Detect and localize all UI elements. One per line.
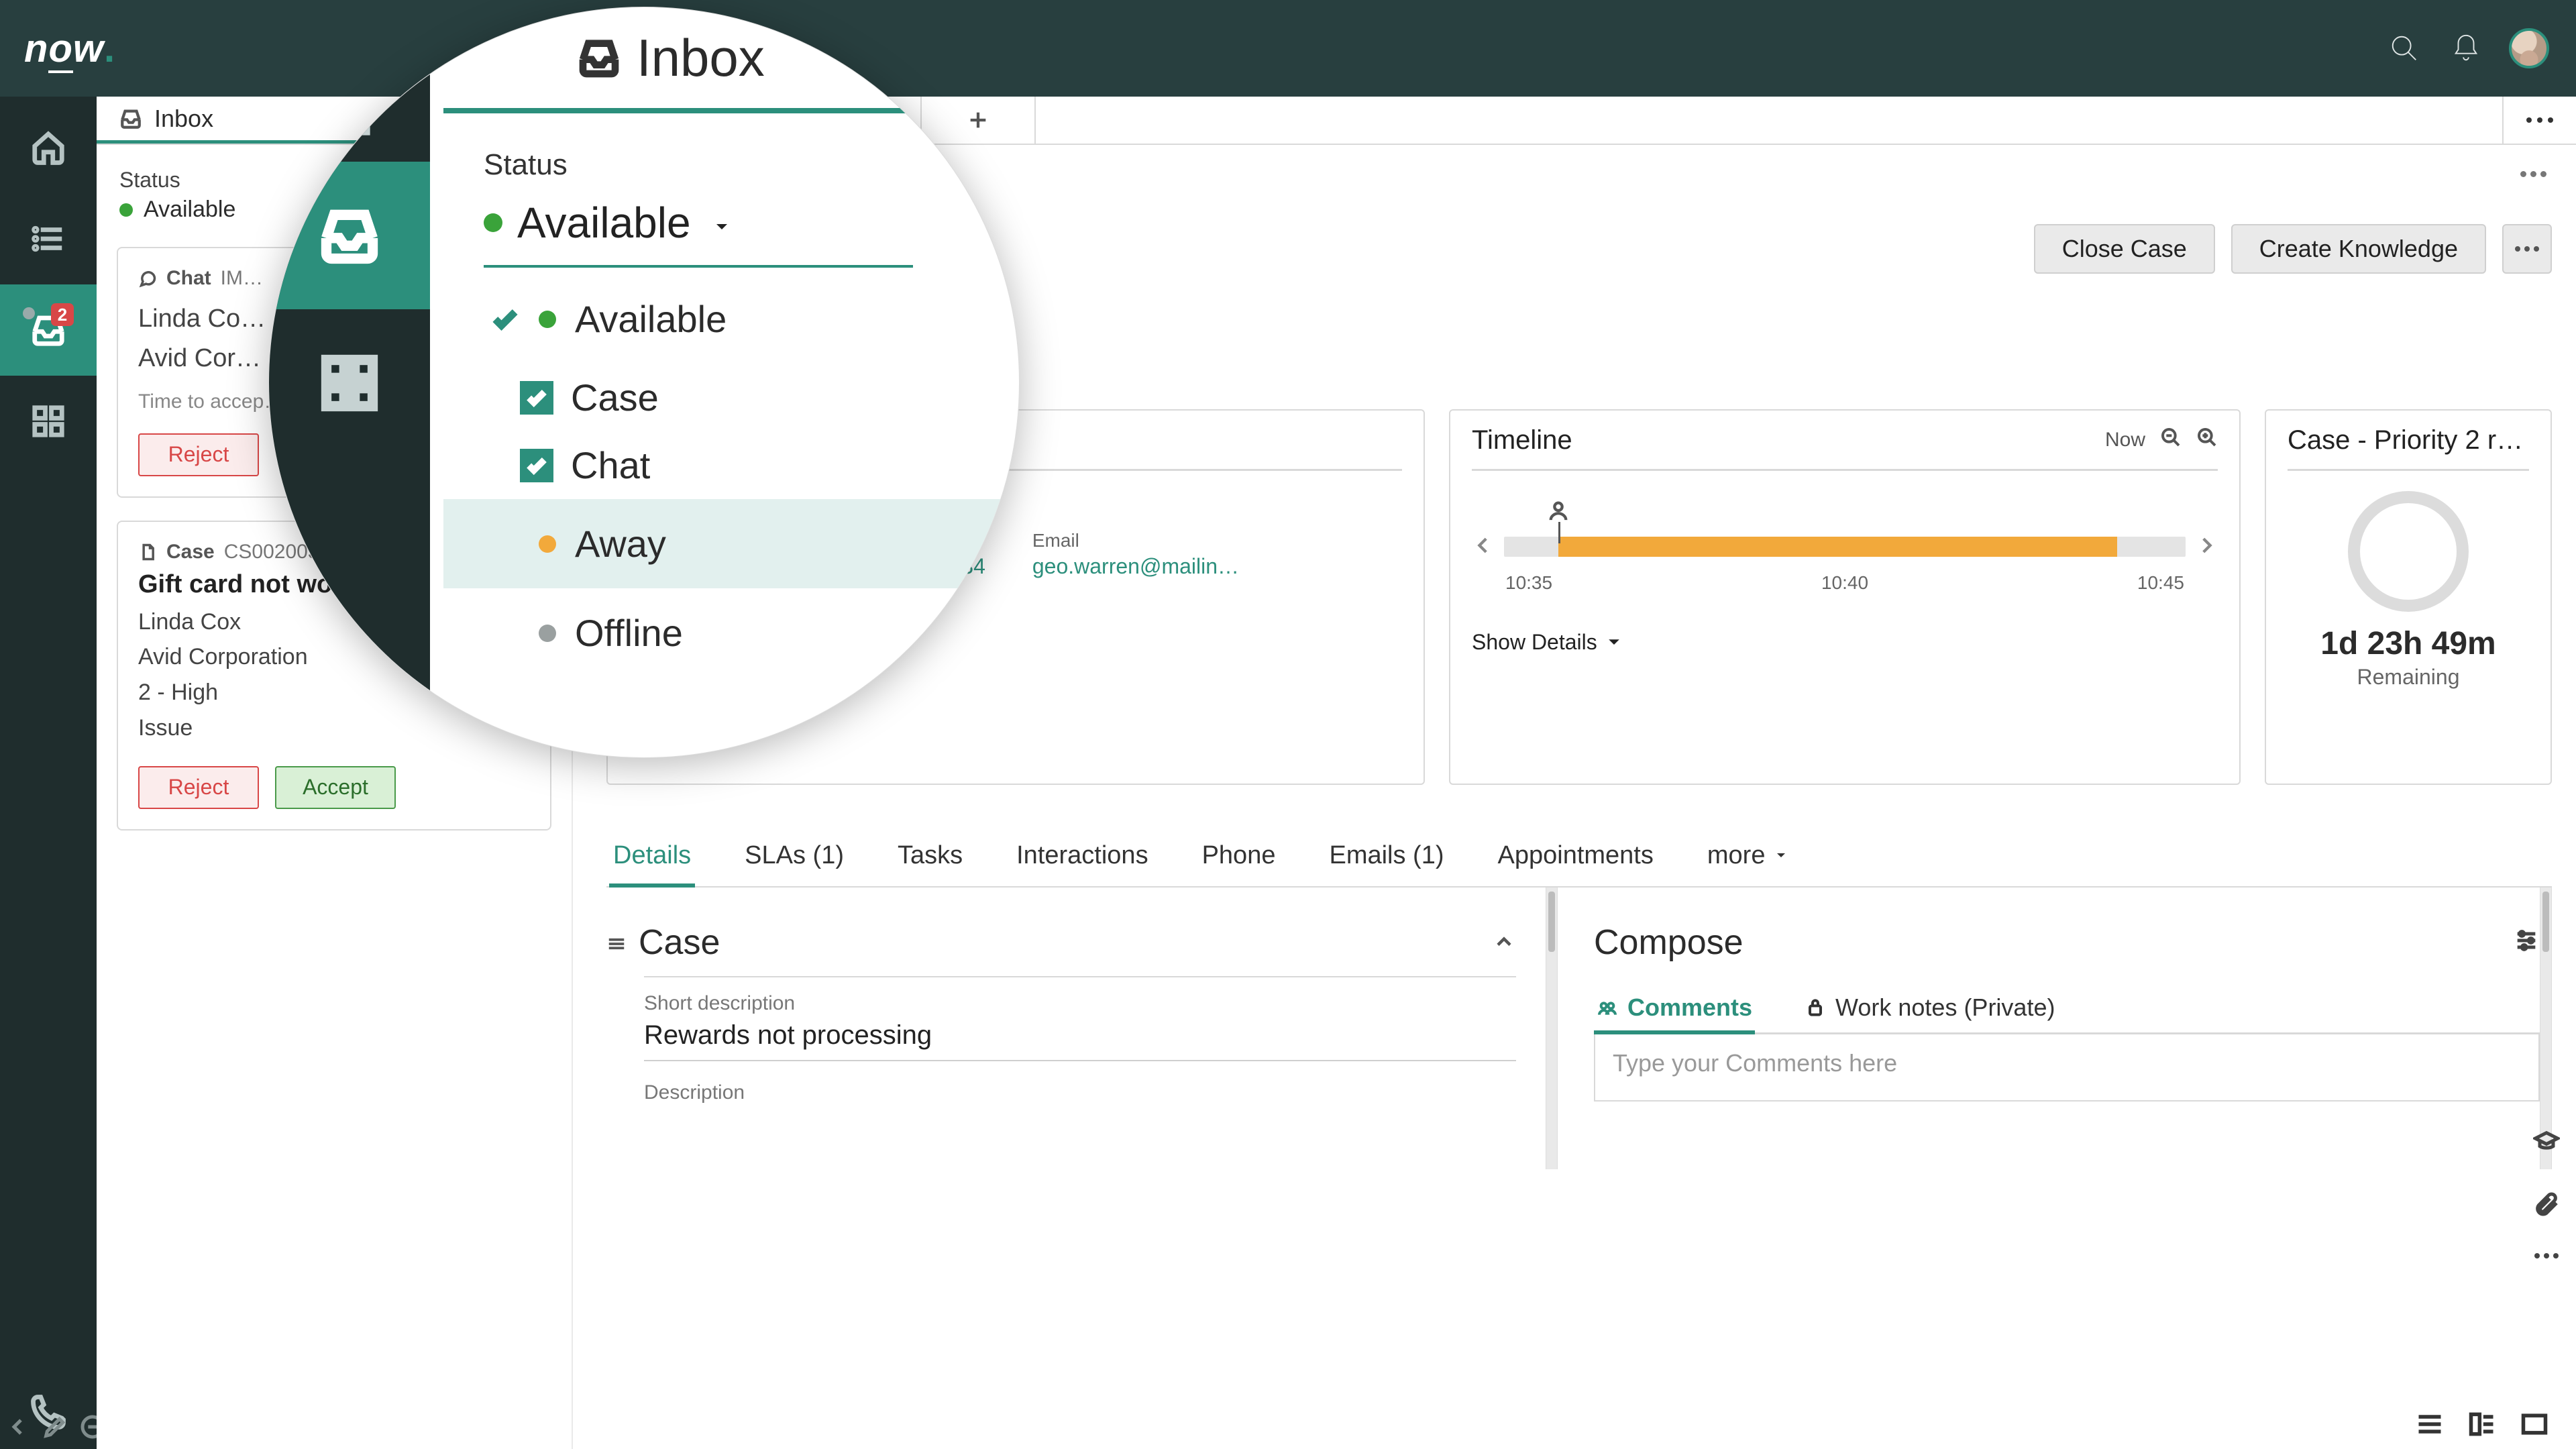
right-rail-more-icon[interactable] <box>2534 1253 2559 1258</box>
rail-home[interactable] <box>0 102 97 193</box>
compose-tab-worknotes[interactable]: Work notes (Private) <box>1802 983 2057 1032</box>
attachment-icon[interactable] <box>2533 1191 2560 1221</box>
mag-status-label: Status <box>484 148 979 182</box>
sla-time: 1d 23h 49m <box>2288 625 2529 662</box>
user-avatar[interactable] <box>2509 28 2549 68</box>
chevron-up-icon[interactable] <box>1492 922 1516 963</box>
checkbox-checked-icon <box>520 449 553 482</box>
short-description-value[interactable]: Rewards not processing <box>644 1020 1516 1061</box>
inbox-count-badge: 2 <box>51 303 74 326</box>
mag-status-options: Available Case Chat Away <box>484 274 967 678</box>
compose-settings-icon[interactable] <box>2513 922 2540 963</box>
inbox-status-value: Available <box>144 197 235 223</box>
record-actions-more[interactable] <box>2502 224 2552 274</box>
sla-panel: Case - Priority 2 re… 1d 23h 49m Remaini… <box>2265 409 2552 785</box>
mag-inbox-tab[interactable]: Inbox <box>443 7 1019 108</box>
compose-input[interactable]: Type your Comments here <box>1594 1034 2540 1102</box>
view-list-icon[interactable] <box>2415 1409 2445 1442</box>
mag-option-away[interactable]: Away <box>443 499 1007 588</box>
subtab-emails[interactable]: Emails (1) <box>1325 825 1448 886</box>
subtab-phone[interactable]: Phone <box>1198 825 1280 886</box>
mag-rail <box>269 68 430 757</box>
form-section: Case Short description Rewards not proce… <box>606 888 1546 1169</box>
card-reject-button[interactable]: Reject <box>138 766 259 809</box>
timeline-show-details[interactable]: Show Details <box>1472 630 2218 655</box>
rail-list[interactable] <box>0 193 97 284</box>
tab-inbox-label: Inbox <box>154 105 213 133</box>
card-reject-button[interactable]: Reject <box>138 433 259 476</box>
email-value[interactable]: geo.warren@mailin… <box>1032 554 1239 579</box>
mag-status-current: Available <box>517 198 691 248</box>
timeline-marker-icon <box>1547 499 1570 525</box>
document-icon <box>138 543 157 561</box>
subtab-interactions[interactable]: Interactions <box>1012 825 1152 886</box>
mag-option-channel-chat[interactable]: Chat <box>484 431 967 499</box>
form-section-title: Case <box>639 922 720 963</box>
mag-rail-inbox[interactable] <box>269 162 430 309</box>
mag-option-available[interactable]: Available <box>484 274 967 364</box>
status-dot-icon <box>119 203 133 217</box>
card-kind: Case <box>166 541 215 564</box>
subtab-more[interactable]: more <box>1703 825 1794 886</box>
checkbox-checked-icon <box>520 381 553 415</box>
view-full-icon[interactable] <box>2520 1409 2549 1442</box>
nav-back-icon[interactable] <box>4 1413 31 1444</box>
brand-logo: now. <box>24 26 115 71</box>
subtab-details[interactable]: Details <box>609 825 695 886</box>
academic-cap-icon[interactable] <box>2533 1128 2560 1159</box>
record-sub-tabs: Details SLAs (1) Tasks Interactions Phon… <box>606 825 2552 888</box>
close-case-button[interactable]: Close Case <box>2034 224 2215 274</box>
chat-bubble-icon <box>138 269 157 288</box>
form-scrollbar[interactable] <box>1546 888 1558 1169</box>
drag-handle-icon[interactable] <box>606 922 627 963</box>
layout-view-switch <box>2415 1409 2549 1442</box>
tab-overflow[interactable] <box>2502 97 2576 144</box>
record-toolbar-more[interactable] <box>2514 160 2552 187</box>
right-action-rail <box>2517 1110 2576 1258</box>
zoom-in-icon[interactable] <box>2196 427 2218 453</box>
view-split-icon[interactable] <box>2467 1409 2497 1442</box>
mag-rail-apps[interactable] <box>269 309 430 457</box>
subtab-tasks[interactable]: Tasks <box>894 825 967 886</box>
mag-status-dropdown[interactable]: Available <box>484 198 913 268</box>
mag-option-channel-case[interactable]: Case <box>484 364 967 431</box>
card-kind: Chat <box>166 267 211 290</box>
notifications-icon[interactable] <box>2442 24 2490 72</box>
zoom-out-icon[interactable] <box>2160 427 2182 453</box>
sla-title: Case - Priority 2 re… <box>2288 425 2529 455</box>
card-accept-button[interactable]: Accept <box>275 766 396 809</box>
search-icon[interactable] <box>2380 24 2428 72</box>
mag-rail-list[interactable] <box>269 68 430 162</box>
timeline-panel: Timeline Now <box>1449 409 2241 785</box>
subtab-appointments[interactable]: Appointments <box>1494 825 1658 886</box>
rail-inbox[interactable]: 2 <box>0 284 97 376</box>
timeline-prev-icon[interactable] <box>1472 534 1495 560</box>
email-label: Email <box>1032 530 1239 551</box>
card-id: IM… <box>221 267 263 290</box>
rail-apps[interactable] <box>0 376 97 467</box>
edit-pencil-icon[interactable] <box>42 1413 68 1444</box>
compose-title: Compose <box>1594 922 1743 963</box>
mag-option-offline[interactable]: Offline <box>484 588 967 678</box>
timeline-title: Timeline <box>1472 425 1572 455</box>
timeline-track[interactable] <box>1504 537 2186 557</box>
mag-inbox-title: Inbox <box>637 28 765 89</box>
timeline-now-label: Now <box>2105 429 2145 451</box>
sla-progress-ring <box>2348 491 2469 612</box>
timeline-next-icon[interactable] <box>2195 534 2218 560</box>
description-label: Description <box>644 1081 1516 1104</box>
subtab-slas[interactable]: SLAs (1) <box>741 825 848 886</box>
left-nav-rail: 2 <box>0 97 97 1449</box>
compose-tab-comments[interactable]: Comments <box>1594 983 1755 1032</box>
magnifier-overlay: Inbox Status Available Available Case <box>268 7 1020 758</box>
timeline-ticks: 10:35 10:40 10:45 <box>1472 572 2218 594</box>
compose-section: Compose Comments Work notes (Private) <box>1558 888 2540 1169</box>
sla-remaining-label: Remaining <box>2288 665 2529 690</box>
short-description-label: Short description <box>644 992 1516 1015</box>
create-knowledge-button[interactable]: Create Knowledge <box>2231 224 2486 274</box>
status-dot-icon <box>23 307 35 319</box>
check-icon <box>490 305 520 334</box>
